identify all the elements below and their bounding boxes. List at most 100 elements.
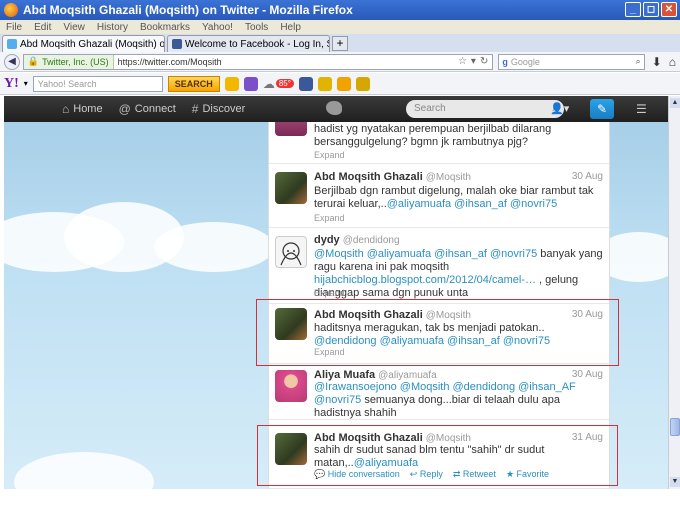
navigation-bar: ◀ 🔒 Twitter, Inc. (US) https://twitter.c…: [0, 52, 680, 72]
cloud-decoration: [154, 222, 274, 272]
tweet-text: @Moqsith @aliyamuafa @ihsan_af @novri75 …: [314, 248, 604, 300]
tweet-item[interactable]: dydy @dendidong @Moqsith @aliyamuafa @ihs…: [269, 228, 609, 304]
avatar[interactable]: [275, 370, 307, 402]
yahoo-logo[interactable]: Y!: [4, 76, 19, 92]
new-tab-button[interactable]: +: [332, 36, 348, 51]
url-bar[interactable]: 🔒 Twitter, Inc. (US) https://twitter.com…: [22, 53, 494, 70]
download-icon[interactable]: ⬇: [652, 55, 662, 69]
author-name: Aliya Muafa: [314, 369, 376, 381]
tweet-item[interactable]: Aliya Muafa @aliyamuafa 30 Aug @Irawansoe…: [269, 364, 609, 420]
more-menu-icon[interactable]: ☰: [636, 102, 647, 116]
minimize-button[interactable]: _: [625, 2, 641, 17]
site-identity[interactable]: 🔒 Twitter, Inc. (US): [23, 54, 114, 69]
tab-strip: Abd Moqsith Ghazali (Moqsith) on Twitter…: [0, 34, 680, 52]
url-actions: ☆ ▾ ↻: [458, 56, 492, 67]
nav-connect[interactable]: @ Connect: [111, 102, 184, 116]
nav-discover-label: Discover: [202, 103, 246, 115]
back-arrow-icon[interactable]: ◀: [4, 53, 20, 70]
mail-icon[interactable]: [243, 76, 258, 91]
vertical-scrollbar[interactable]: ▲ ▼: [668, 96, 680, 489]
menu-view[interactable]: View: [63, 22, 85, 33]
close-button[interactable]: ✕: [661, 2, 677, 17]
dropdown-arrow-icon[interactable]: ▾: [471, 56, 476, 67]
expand-link[interactable]: Expand: [314, 288, 345, 298]
yahoo-search-button[interactable]: SEARCH: [167, 75, 220, 92]
home-icon[interactable]: ⌂: [669, 55, 676, 69]
tweet-item[interactable]: Abd Moqsith Ghazali @Moqsith 30 Aug Berji…: [269, 164, 609, 228]
bookmark-star-icon[interactable]: ☆: [458, 56, 467, 67]
reload-icon[interactable]: ↻: [480, 56, 488, 67]
menu-help[interactable]: Help: [280, 22, 301, 33]
tweet-author[interactable]: Aliya Muafa @aliyamuafa: [314, 369, 437, 381]
yahoo-toolbar: Y! ▾ Yahoo! Search SEARCH ☁ 85°: [0, 73, 680, 95]
search-engine-box[interactable]: g Google ⌕: [498, 53, 645, 70]
tweet-author[interactable]: dydy @dendidong: [314, 234, 400, 246]
widget-icon[interactable]: [336, 76, 351, 91]
menu-bookmarks[interactable]: Bookmarks: [140, 22, 190, 33]
twitter-favicon-icon: [7, 39, 17, 49]
expand-link[interactable]: Expand: [314, 213, 345, 223]
dropdown-arrow-icon[interactable]: ▾: [24, 79, 28, 88]
nav-home[interactable]: ⌂ Home: [54, 102, 111, 116]
google-icon[interactable]: g: [502, 57, 508, 67]
tweet-text: hadist yg nyatakan perempuan berjilbab d…: [314, 123, 552, 148]
author-handle: @aliyamuafa: [378, 370, 437, 381]
weather-icon[interactable]: ☁ 85°: [263, 77, 294, 91]
twitter-search-input[interactable]: Search ⌕: [406, 100, 564, 118]
menu-history[interactable]: History: [97, 22, 128, 33]
avatar[interactable]: [275, 122, 307, 136]
tweet-text: @Irawansoejono @Moqsith @dendidong @ihsa…: [314, 381, 604, 420]
expand-link[interactable]: Expand: [314, 150, 345, 160]
author-handle: @dendidong: [342, 235, 400, 246]
yahoo-search-input[interactable]: Yahoo! Search: [32, 75, 163, 92]
url-text: https://twitter.com/Moqsith: [117, 56, 222, 67]
cloud-decoration: [14, 452, 154, 512]
twitter-search-placeholder: Search: [414, 103, 446, 114]
tab-label: Welcome to Facebook - Log In, Sign Up o.…: [185, 38, 329, 50]
tab-twitter[interactable]: Abd Moqsith Ghazali (Moqsith) on Twitter…: [2, 35, 165, 52]
window-title-bar: Abd Moqsith Ghazali (Moqsith) on Twitter…: [0, 0, 680, 20]
search-icon[interactable]: ⌕: [636, 56, 641, 67]
hashtag-icon: #: [191, 102, 199, 116]
menu-file[interactable]: File: [6, 22, 22, 33]
tweet-item[interactable]: hadist yg nyatakan perempuan berjilbab d…: [269, 122, 609, 164]
avatar[interactable]: [275, 172, 307, 204]
search-input-placeholder: Google: [510, 56, 540, 67]
tweet-mentions[interactable]: @aliyamuafa @ihsan_af @novri75: [387, 198, 557, 210]
menu-tools[interactable]: Tools: [245, 22, 268, 33]
nav-discover[interactable]: # Discover: [184, 102, 253, 116]
menu-edit[interactable]: Edit: [34, 22, 51, 33]
scroll-up-icon[interactable]: ▲: [670, 98, 680, 108]
nav-home-label: Home: [73, 103, 103, 115]
twitter-topbar: ⌂ Home @ Connect # Discover Search ⌕ 👤▾ …: [4, 96, 668, 122]
smiley-icon[interactable]: [224, 76, 239, 91]
tweet-text: Berjilbab dgn rambut digelung, malah oke…: [314, 185, 604, 211]
tweet-link[interactable]: hijabchicblog.blogspot.com/2012/04/camel…: [314, 274, 536, 286]
author-name: Abd Moqsith Ghazali: [314, 171, 423, 183]
tweet-author[interactable]: Abd Moqsith Ghazali @Moqsith: [314, 171, 471, 183]
tab-facebook[interactable]: Welcome to Facebook - Log In, Sign Up o.…: [167, 35, 330, 52]
tweet-date[interactable]: 30 Aug: [572, 369, 603, 380]
at-icon: @: [118, 102, 131, 116]
lock-icon: 🔒: [27, 56, 40, 66]
hijab-illustration-icon: [280, 242, 302, 266]
tweet-mentions[interactable]: @Moqsith @aliyamuafa @ihsan_af @novri75: [314, 248, 537, 260]
twitter-bird-icon[interactable]: [326, 101, 342, 115]
avatar[interactable]: [275, 236, 307, 268]
highlight-box: [256, 299, 619, 366]
window-title: Abd Moqsith Ghazali (Moqsith) on Twitter…: [23, 3, 353, 17]
user-menu-icon[interactable]: 👤▾: [550, 102, 569, 115]
news-icon[interactable]: [317, 76, 332, 91]
scrollbar-thumb[interactable]: [670, 418, 680, 436]
maximize-button[interactable]: ◻: [643, 2, 659, 17]
games-icon[interactable]: [355, 76, 370, 91]
compose-tweet-button[interactable]: ✎: [590, 99, 614, 119]
menu-yahoo[interactable]: Yahoo!: [202, 22, 233, 33]
author-name: dydy: [314, 234, 340, 246]
scroll-down-icon[interactable]: ▼: [670, 477, 680, 487]
facebook-icon[interactable]: [298, 76, 313, 91]
home-icon: ⌂: [62, 102, 70, 116]
author-handle: @Moqsith: [425, 172, 471, 183]
highlight-box: [257, 425, 618, 486]
tweet-date[interactable]: 30 Aug: [572, 171, 603, 182]
